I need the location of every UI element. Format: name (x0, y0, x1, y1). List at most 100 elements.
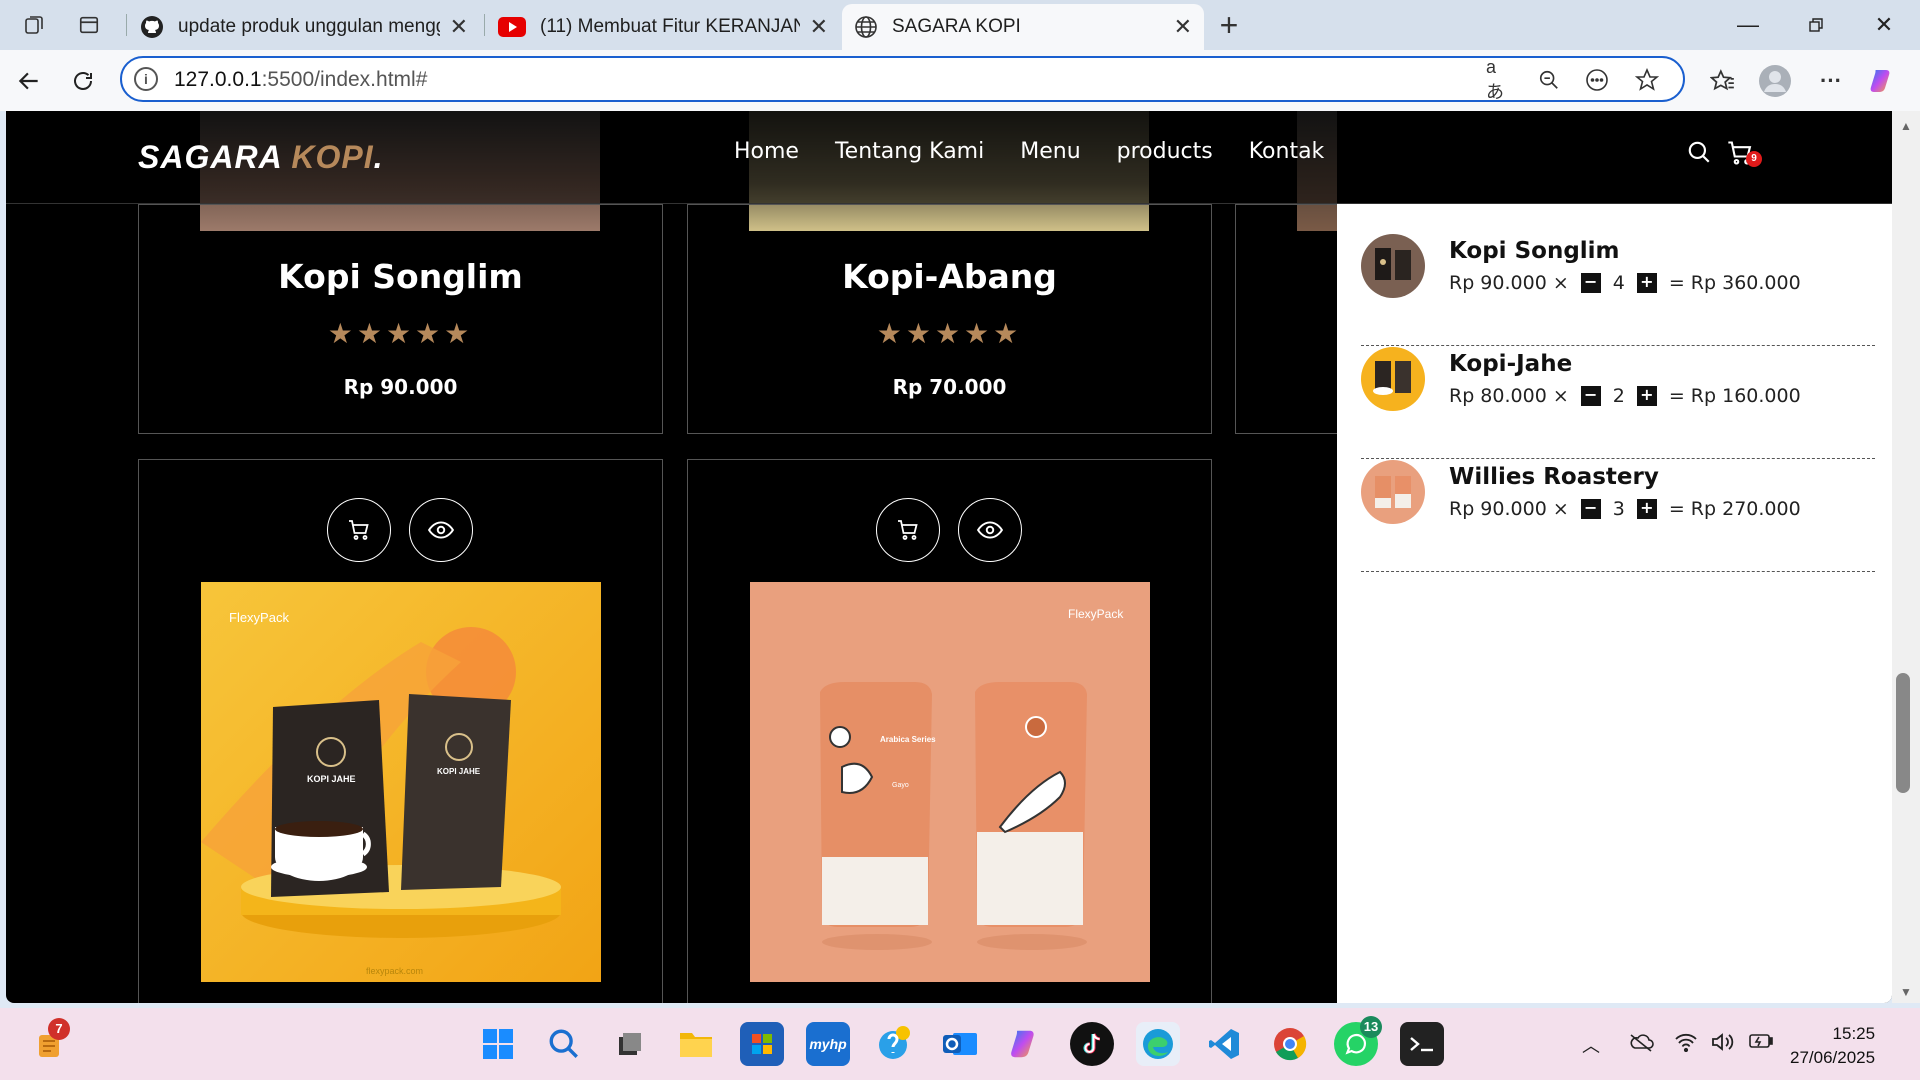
svg-text:FlexyPack: FlexyPack (229, 610, 289, 625)
cart-count-badge: 9 (1746, 151, 1762, 167)
new-tab-icon[interactable]: + (1214, 7, 1244, 43)
cart-item-total: = Rp 270.000 (1668, 498, 1801, 520)
increase-quantity-button[interactable]: + (1636, 273, 1657, 293)
tiktok-icon[interactable] (1070, 1022, 1114, 1066)
cart-item-quantity: 2 (1612, 385, 1625, 407)
cart-item-thumbnail (1361, 347, 1425, 411)
add-to-cart-button[interactable] (327, 498, 391, 562)
close-window-icon[interactable]: ✕ (1860, 8, 1908, 42)
copilot-taskbar-icon[interactable] (1004, 1022, 1048, 1066)
site-info-icon[interactable]: i (134, 67, 158, 91)
product-name: Kopi-Abang (842, 257, 1057, 296)
restore-icon[interactable] (1792, 8, 1840, 42)
nav-menu[interactable]: Menu (1020, 139, 1080, 164)
notification-badge: 7 (48, 1018, 70, 1040)
more-tools-icon[interactable] (1584, 67, 1610, 93)
whatsapp-badge: 13 (1360, 1016, 1382, 1038)
zoom-out-icon[interactable] (1536, 67, 1562, 93)
tab-title: SAGARA KOPI (892, 16, 1021, 37)
volume-icon[interactable] (1710, 1032, 1734, 1057)
copilot-icon[interactable] (1866, 64, 1900, 98)
view-detail-button[interactable] (958, 498, 1022, 562)
minimize-icon[interactable]: — (1724, 8, 1772, 42)
tab-title: update produk unggulan menggu (178, 16, 440, 37)
weather-app-icon[interactable] (872, 1022, 916, 1066)
rating-stars: ★★★★★ (327, 318, 474, 349)
web-page: SAGARA KOPI. Home Tentang Kami Menu prod… (6, 111, 1892, 1003)
terminal-icon[interactable] (1400, 1022, 1444, 1066)
cart-item-price: Rp 90.000 × (1449, 498, 1569, 520)
page-scrollbar[interactable]: ▲ ▼ (1892, 111, 1920, 1003)
search-icon[interactable] (1686, 139, 1716, 169)
increase-quantity-button[interactable]: + (1636, 499, 1657, 519)
profile-avatar-icon[interactable] (1758, 64, 1792, 98)
close-tab-icon[interactable]: ✕ (1174, 14, 1192, 40)
scroll-down-icon[interactable]: ▼ (1900, 985, 1912, 999)
decrease-quantity-button[interactable]: − (1580, 386, 1601, 406)
onedrive-icon[interactable] (1628, 1032, 1654, 1057)
willies-roastery-product-image: FlexyPack Arabica Series Gayo (750, 582, 1150, 982)
add-to-cart-button[interactable] (876, 498, 940, 562)
url-field[interactable]: i 127.0.0.1:5500/index.html# aあ (120, 56, 1685, 102)
svg-text:KOPI JAHE: KOPI JAHE (437, 767, 481, 776)
wifi-icon[interactable] (1674, 1032, 1698, 1057)
view-detail-button[interactable] (409, 498, 473, 562)
nav-tentang-kami[interactable]: Tentang Kami (835, 139, 984, 164)
vscode-icon[interactable] (1202, 1022, 1246, 1066)
site-logo[interactable]: SAGARA KOPI. (138, 139, 384, 176)
address-bar-row: i 127.0.0.1:5500/index.html# aあ ··· (0, 50, 1920, 111)
url-path: :5500/index.html# (261, 68, 428, 91)
cart-item-name: Kopi Songlim (1449, 238, 1620, 264)
close-tab-icon[interactable]: ✕ (450, 14, 468, 40)
decrease-quantity-button[interactable]: − (1580, 499, 1601, 519)
task-view-icon[interactable] (608, 1022, 652, 1066)
product-card: FlexyPack KOPI JAHE KOPI JAHE flexypack.… (138, 459, 663, 1003)
favorites-icon[interactable] (1706, 64, 1740, 98)
cart-item: Willies Roastery Rp 90.000 × − 3 + = Rp … (1361, 460, 1875, 572)
tab-sagara-kopi[interactable]: SAGARA KOPI ✕ (842, 4, 1204, 50)
favorite-star-icon[interactable] (1634, 67, 1660, 93)
workspaces-icon[interactable] (20, 10, 50, 40)
file-explorer-icon[interactable] (674, 1022, 718, 1066)
tab-github[interactable]: update produk unggulan menggu ✕ (128, 4, 480, 50)
scrollbar-thumb[interactable] (1896, 673, 1910, 793)
increase-quantity-button[interactable]: + (1636, 386, 1657, 406)
back-icon[interactable] (12, 64, 46, 98)
search-taskbar-icon[interactable] (542, 1022, 586, 1066)
cart-item-quantity: 3 (1612, 498, 1625, 520)
decrease-quantity-button[interactable]: − (1580, 273, 1601, 293)
chrome-icon[interactable] (1268, 1022, 1312, 1066)
nav-home[interactable]: Home (734, 139, 799, 164)
rating-stars: ★★★★★ (876, 318, 1023, 349)
scroll-up-icon[interactable]: ▲ (1900, 119, 1912, 133)
cart-item-name: Kopi-Jahe (1449, 351, 1573, 377)
settings-menu-icon[interactable]: ··· (1814, 64, 1848, 98)
edge-browser-icon[interactable] (1136, 1022, 1180, 1066)
svg-text:Gayo: Gayo (892, 782, 909, 789)
product-price: Rp 70.000 (892, 375, 1007, 399)
system-clock[interactable]: 15:25 27/06/2025 (1790, 1022, 1875, 1070)
product-name: Kopi Songlim (278, 257, 523, 296)
myhp-icon[interactable]: my hp (806, 1022, 850, 1066)
main-nav: Home Tentang Kami Menu products Kontak (734, 139, 1324, 164)
nav-products[interactable]: products (1117, 139, 1213, 164)
close-tab-icon[interactable]: ✕ (810, 14, 828, 40)
show-hidden-icons-icon[interactable]: ︿ (1582, 1032, 1600, 1058)
refresh-icon[interactable] (66, 64, 100, 98)
url-host: 127.0.0.1 (174, 68, 262, 91)
outlook-icon[interactable] (938, 1022, 982, 1066)
svg-text:Arabica Series: Arabica Series (880, 735, 936, 744)
kopi-jahe-product-image: FlexyPack KOPI JAHE KOPI JAHE flexypack.… (201, 582, 601, 982)
start-icon[interactable] (476, 1022, 520, 1066)
tab-actions-icon[interactable] (74, 10, 104, 40)
battery-icon[interactable] (1748, 1032, 1774, 1055)
product-card: Kopi Songlim ★★★★★ Rp 90.000 (138, 204, 663, 434)
cart-item-quantity: 4 (1612, 272, 1625, 294)
cart-item-total: = Rp 160.000 (1668, 385, 1801, 407)
read-aloud-icon[interactable]: aあ (1486, 57, 1512, 102)
nav-kontak[interactable]: Kontak (1249, 139, 1325, 164)
tab-youtube[interactable]: (11) Membuat Fitur KERANJANG B ✕ (486, 4, 840, 50)
tab-title: (11) Membuat Fitur KERANJANG B (540, 16, 800, 37)
microsoft-store-icon[interactable] (740, 1022, 784, 1066)
cart-item: Kopi Songlim Rp 90.000 × − 4 + = Rp 360.… (1361, 234, 1875, 346)
